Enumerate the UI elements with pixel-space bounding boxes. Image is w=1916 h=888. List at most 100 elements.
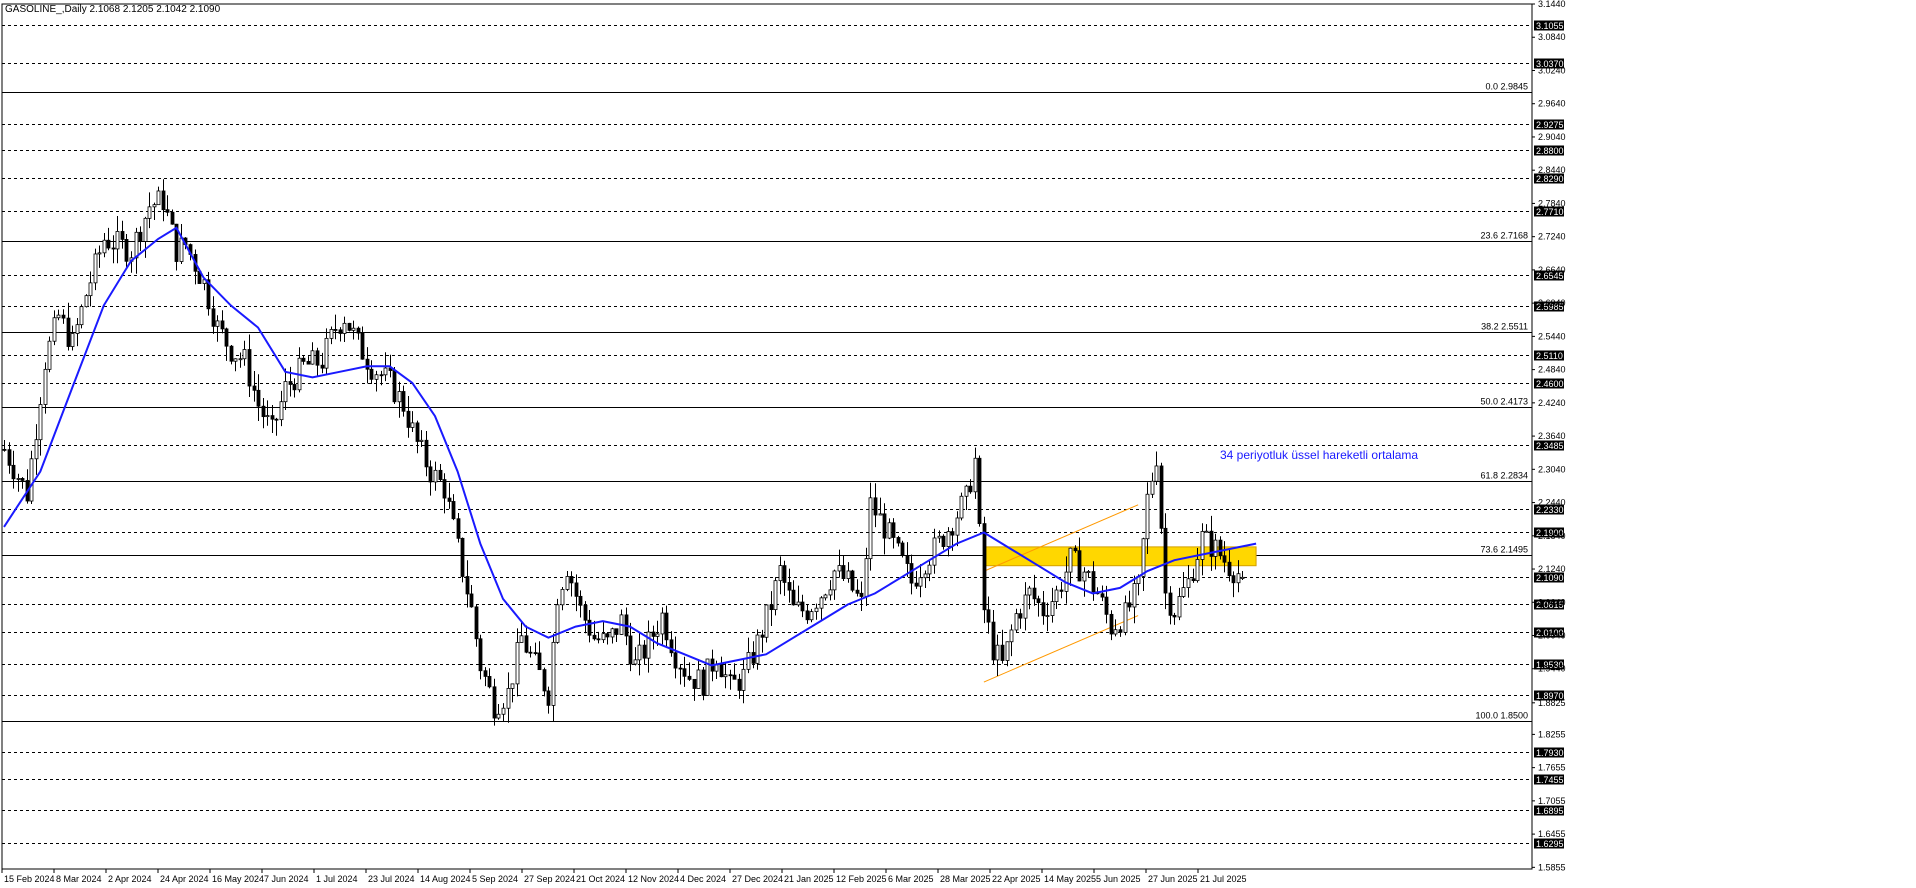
time-tick-label: 16 May 2024	[212, 874, 264, 884]
ema-annotation: 34 periyotluk üssel hareketli ortalama	[1220, 448, 1418, 462]
candle-body	[837, 565, 842, 572]
candle-body	[1163, 527, 1168, 594]
candle-body	[673, 652, 678, 669]
time-tick-label: 21 Jan 2025	[784, 874, 834, 884]
candle-body	[896, 537, 901, 544]
price-tick-label: 2.4840	[1538, 365, 1566, 375]
candle-body	[900, 542, 905, 556]
candle-body	[769, 604, 774, 611]
level-tag-label: 2.5110	[1536, 351, 1563, 361]
candle-body	[537, 652, 542, 671]
fib-label: 73.6 2.1495	[1480, 545, 1528, 555]
price-tick-label: 3.0840	[1538, 32, 1566, 42]
candle-body	[102, 239, 107, 254]
level-tag-label: 2.8290	[1536, 174, 1564, 184]
candle-body	[642, 644, 647, 659]
candle-body	[333, 329, 338, 331]
price-tick-label: 2.6640	[1538, 265, 1566, 275]
candle-body	[859, 592, 864, 597]
candle-body	[492, 686, 497, 719]
candle-body	[510, 683, 515, 689]
candle-body	[918, 577, 923, 587]
candle-body	[1086, 571, 1091, 573]
candle-body	[1222, 555, 1227, 563]
candle-body	[7, 449, 12, 466]
candle-body	[741, 668, 746, 691]
candle-body	[301, 357, 306, 362]
candle-body	[283, 381, 288, 403]
price-tick-label: 1.7055	[1538, 796, 1566, 806]
candle-body	[1231, 575, 1236, 584]
candle-body	[519, 635, 524, 643]
candle-body	[841, 565, 846, 580]
candle-body	[515, 642, 520, 685]
candle-body	[651, 631, 656, 637]
candle-body	[1077, 550, 1082, 582]
candle-body	[1236, 573, 1241, 584]
candle-body	[1054, 589, 1059, 603]
time-tick-label: 23 Jul 2024	[368, 874, 415, 884]
candle-body	[1204, 530, 1209, 533]
fib-label: 38.2 2.5511	[1481, 322, 1528, 332]
price-tick-label: 2.0040	[1538, 631, 1566, 641]
candle-body	[410, 422, 415, 428]
candle-body	[610, 628, 615, 638]
candle-body	[247, 349, 252, 387]
candle-body	[1113, 629, 1118, 635]
candle-body	[120, 231, 125, 240]
candle-body	[941, 535, 946, 547]
price-tick-label: 2.6040	[1538, 298, 1566, 308]
candle-body	[551, 641, 556, 706]
candle-body	[324, 337, 329, 369]
candle-body	[474, 606, 479, 640]
candle-body	[261, 405, 266, 418]
candle-body	[111, 247, 116, 250]
price-tick-label: 2.5440	[1538, 331, 1566, 341]
time-tick-label: 2 Apr 2024	[108, 874, 152, 884]
candle-body	[809, 611, 814, 621]
candle-body	[1150, 480, 1155, 495]
price-tick-label: 2.1840	[1538, 531, 1566, 541]
candle-body	[256, 389, 261, 407]
level-tag-label: 1.6295	[1536, 839, 1564, 849]
candle-body	[428, 466, 433, 483]
price-tick-label: 2.9640	[1538, 99, 1566, 109]
price-tick-label: 1.7655	[1538, 763, 1566, 773]
candle-body	[315, 350, 320, 366]
candle-body	[1168, 592, 1173, 616]
candle-body	[760, 634, 765, 638]
candle-body	[61, 314, 66, 319]
candle-body	[1023, 594, 1028, 619]
candle-body	[1045, 615, 1050, 617]
candle-body	[946, 531, 951, 547]
candle-body	[660, 612, 665, 635]
price-tick-label: 1.9440	[1538, 664, 1566, 674]
candle-body	[220, 320, 225, 330]
candle-body	[1109, 613, 1114, 635]
candle-body	[2, 448, 7, 451]
candle-body	[868, 497, 873, 560]
candle-body	[528, 651, 533, 654]
candle-body	[369, 368, 374, 380]
candle-body	[147, 206, 152, 219]
level-tag-label: 1.7455	[1536, 775, 1564, 785]
candle-body	[438, 469, 443, 480]
candle-body	[1041, 602, 1046, 617]
candle-body	[143, 217, 148, 242]
price-tick-label: 2.7840	[1538, 198, 1566, 208]
candle-body	[664, 612, 669, 641]
candle-body	[70, 333, 75, 347]
candle-body	[1000, 644, 1005, 661]
time-tick-label: 12 Feb 2025	[836, 874, 887, 884]
candle-body	[814, 607, 819, 613]
candle-body	[950, 531, 955, 536]
level-tag-label: 2.1090	[1536, 573, 1564, 583]
candle-body	[506, 687, 511, 709]
candle-body	[342, 322, 347, 334]
candle-body	[1177, 596, 1182, 618]
candle-body	[646, 631, 651, 659]
candle-body	[846, 570, 851, 580]
candle-body	[927, 564, 932, 575]
candle-body	[1123, 602, 1128, 633]
candle-body	[1032, 587, 1037, 600]
